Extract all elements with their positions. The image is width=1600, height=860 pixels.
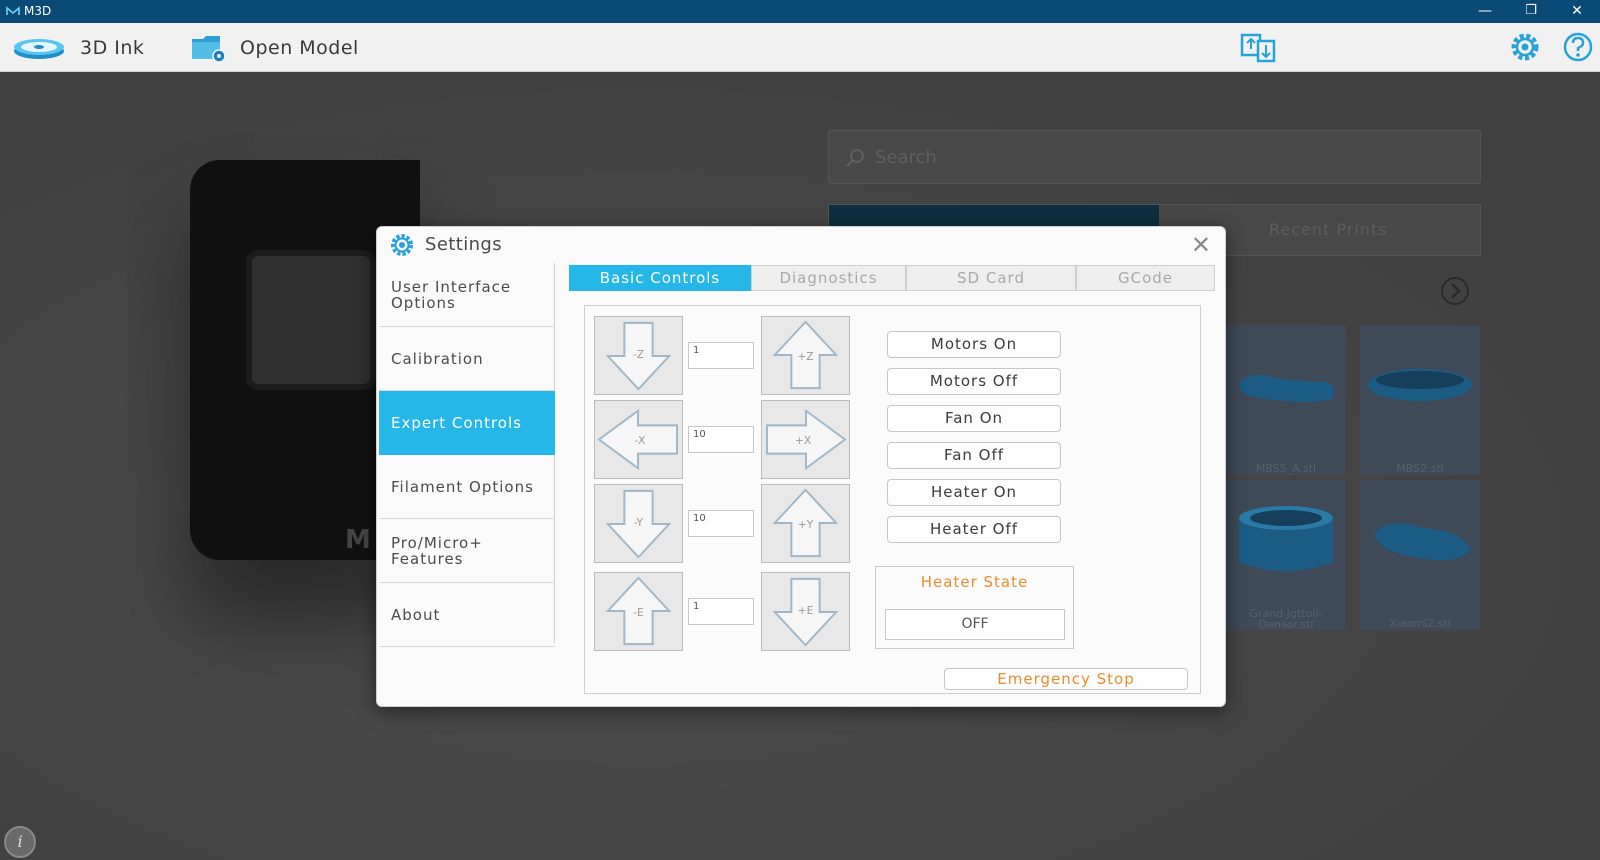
- emergency-stop-button[interactable]: Emergency Stop: [944, 668, 1188, 690]
- move-y-minus-button[interactable]: -Y: [594, 484, 683, 563]
- printer-window: [246, 250, 376, 390]
- close-icon[interactable]: ✕: [1191, 231, 1211, 259]
- close-window-button[interactable]: ✕: [1554, 0, 1600, 23]
- arrow-down-icon: -Z: [605, 321, 672, 391]
- arrow-down-icon: -Y: [605, 489, 672, 559]
- move-x-minus-button[interactable]: -X: [594, 400, 683, 479]
- sidebar-item-calibration[interactable]: Calibration: [379, 327, 555, 391]
- open-folder-icon: [192, 35, 226, 63]
- dialog-header: Settings ✕: [377, 227, 1225, 261]
- window-title: M3D: [24, 4, 52, 18]
- 3d-ink-label: 3D Ink: [80, 36, 145, 59]
- sidebar-item-about[interactable]: About: [379, 583, 555, 647]
- heater-on-button[interactable]: Heater On: [887, 479, 1061, 506]
- dialog-title: Settings: [425, 234, 503, 255]
- settings-tabs: Basic Controls Diagnostics SD Card GCode: [569, 265, 1215, 291]
- chevron-right-icon[interactable]: [1440, 276, 1470, 306]
- open-model-button[interactable]: Open Model: [190, 23, 359, 72]
- move-e-minus-button[interactable]: -E: [594, 572, 683, 651]
- step-input-z[interactable]: 1: [688, 342, 754, 369]
- arrow-right-icon: +X: [766, 408, 847, 471]
- tab-sd-card[interactable]: SD Card: [906, 265, 1076, 291]
- model-preview-icon: [1239, 506, 1333, 571]
- motors-off-button[interactable]: Motors Off: [887, 368, 1061, 395]
- minimize-button[interactable]: —: [1462, 0, 1508, 23]
- axis-label: -E: [633, 606, 644, 619]
- move-z-plus-button[interactable]: +Z: [761, 316, 850, 395]
- fan-off-button[interactable]: Fan Off: [887, 442, 1061, 469]
- heater-state-value: OFF: [885, 609, 1065, 640]
- basic-controls-panel: -Z 1 +Z -X 10 +X -Y 10 +Y -E 1 +E Motors…: [584, 305, 1201, 694]
- model-thumbnail[interactable]: MBS5_A.stl: [1226, 325, 1346, 475]
- axis-label: -Y: [634, 516, 644, 529]
- heater-state-box: Heater State OFF: [875, 566, 1074, 649]
- axis-label: +Z: [797, 350, 813, 363]
- sidebar-item-expert-controls[interactable]: Expert Controls: [379, 391, 555, 455]
- model-name: MBS2.stl: [1396, 462, 1444, 475]
- search-icon: [846, 149, 864, 167]
- model-thumbnail[interactable]: MBS2.stl: [1360, 325, 1480, 475]
- arrow-up-icon: -E: [605, 576, 672, 646]
- tab-basic-controls[interactable]: Basic Controls: [569, 265, 751, 291]
- library-search-input[interactable]: Search: [828, 130, 1481, 184]
- settings-gear-icon: [391, 234, 413, 256]
- move-x-plus-button[interactable]: +X: [761, 400, 850, 479]
- model-thumbnail[interactable]: Grand Jgttuli-Densor.stl: [1226, 480, 1346, 630]
- settings-dialog: Settings ✕ User Interface Options Calibr…: [376, 226, 1226, 707]
- model-name: Grand Jgttuli-Densor.stl: [1249, 607, 1323, 631]
- tab-recent-prints[interactable]: Recent Prints: [1269, 220, 1388, 239]
- model-thumbnail[interactable]: Xiaomi2.stl: [1360, 480, 1480, 630]
- arrow-up-icon: +Z: [772, 320, 839, 390]
- fan-on-button[interactable]: Fan On: [887, 405, 1061, 432]
- arrow-down-icon: +E: [772, 577, 839, 647]
- model-preview-icon: [1239, 374, 1335, 402]
- sidebar-item-user-interface-options[interactable]: User Interface Options: [379, 263, 555, 327]
- model-name: MBS5_A.stl: [1255, 462, 1317, 475]
- filament-spool-icon: [14, 38, 64, 59]
- arrow-left-icon: -X: [597, 408, 678, 471]
- sidebar-item-pro-micro-features[interactable]: Pro/Micro+ Features: [379, 519, 555, 583]
- axis-label: -Z: [633, 348, 644, 361]
- move-y-plus-button[interactable]: +Y: [761, 484, 850, 563]
- settings-sidebar: User Interface Options Calibration Exper…: [379, 263, 555, 647]
- help-icon[interactable]: [1560, 31, 1596, 63]
- step-input-x[interactable]: 10: [688, 426, 754, 453]
- 3d-ink-button[interactable]: 3D Ink: [12, 23, 144, 72]
- move-z-minus-button[interactable]: -Z: [594, 316, 683, 395]
- settings-gear-icon[interactable]: [1507, 31, 1543, 63]
- printer-logo-mark: M: [345, 525, 371, 555]
- heater-off-button[interactable]: Heater Off: [887, 516, 1061, 543]
- model-name: Xiaomi2.stl: [1389, 617, 1451, 630]
- sidebar-item-filament-options[interactable]: Filament Options: [379, 455, 555, 519]
- move-e-plus-button[interactable]: +E: [761, 572, 850, 651]
- search-placeholder: Search: [875, 147, 937, 168]
- m3d-logo-icon: [6, 6, 20, 15]
- axis-label: +Y: [798, 518, 814, 531]
- axis-label: -X: [635, 434, 646, 447]
- arrow-up-icon: +Y: [772, 488, 839, 558]
- layout-toggle-icon[interactable]: [1240, 31, 1276, 63]
- step-input-e[interactable]: 1: [688, 598, 754, 625]
- open-model-label: Open Model: [240, 36, 359, 59]
- tab-gcode[interactable]: GCode: [1076, 265, 1215, 291]
- restore-button[interactable]: ❐: [1508, 0, 1554, 23]
- info-button[interactable]: i: [4, 826, 36, 858]
- motors-on-button[interactable]: Motors On: [887, 331, 1061, 358]
- axis-label: +E: [798, 604, 814, 617]
- title-bar: M3D — ❐ ✕: [0, 0, 1600, 23]
- axis-label: +X: [795, 434, 812, 447]
- heater-state-label: Heater State: [920, 573, 1029, 591]
- main-toolbar: 3D Ink Open Model: [0, 23, 1600, 72]
- model-preview-icon: [1375, 523, 1470, 561]
- model-preview-icon: [1368, 369, 1472, 401]
- step-input-y[interactable]: 10: [688, 510, 754, 537]
- tab-diagnostics[interactable]: Diagnostics: [751, 265, 906, 291]
